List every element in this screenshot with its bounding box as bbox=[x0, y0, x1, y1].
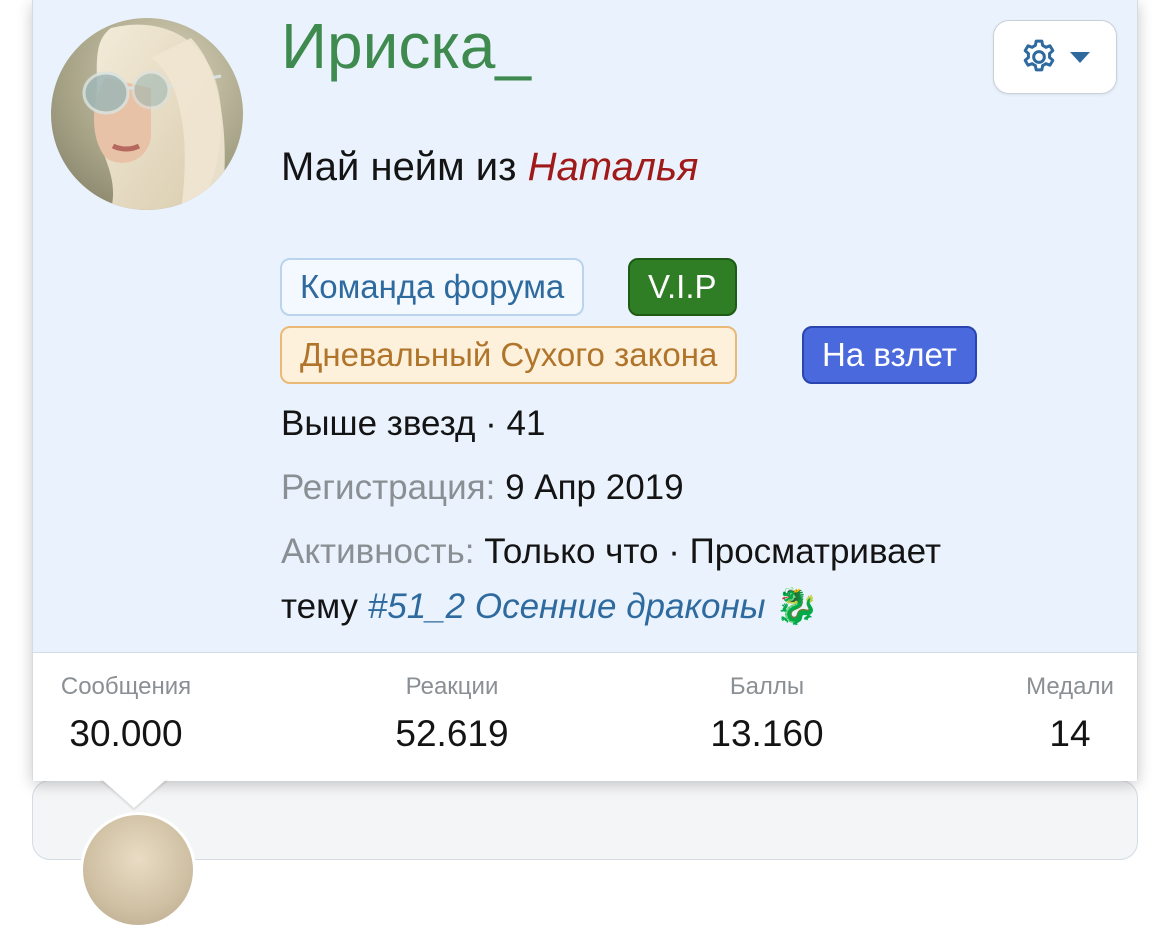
banner-vip: V.I.P bbox=[628, 258, 737, 316]
stat-medals[interactable]: Медали 14 bbox=[1003, 673, 1137, 755]
dragon-icon: 🐉 bbox=[775, 587, 819, 626]
banner-dry-law-duty: Дневальный Сухого закона bbox=[280, 326, 738, 384]
underlying-post-avatar[interactable] bbox=[80, 812, 196, 928]
stat-value: 30.000 bbox=[69, 713, 183, 754]
stat-label: Баллы bbox=[729, 673, 805, 700]
stat-value: 14 bbox=[1049, 713, 1091, 754]
activity-thread-row: тему #51_2 Осенние драконы 🐉 bbox=[281, 586, 819, 627]
gear-icon bbox=[1023, 39, 1055, 72]
stat-value: 52.619 bbox=[395, 713, 509, 754]
stat-messages[interactable]: Сообщения 30.000 bbox=[51, 673, 201, 755]
stat-label: Медали bbox=[1026, 673, 1114, 700]
registration-row: Регистрация: 9 Апр 2019 bbox=[281, 468, 684, 508]
member-tooltip: Ириска_ Май нейм из Наталья Команда фору… bbox=[32, 0, 1138, 781]
activity-label: Активность: bbox=[281, 532, 475, 571]
avatar[interactable] bbox=[51, 18, 243, 210]
avatar-image bbox=[51, 18, 243, 210]
banner-forum-team: Команда форума bbox=[280, 258, 585, 316]
underlying-post-card bbox=[32, 780, 1138, 860]
username[interactable]: Ириска_ bbox=[281, 4, 531, 88]
stat-value: 13.160 bbox=[710, 713, 824, 754]
user-title-name: Наталья bbox=[527, 145, 699, 189]
activity-value: Только что · Просматривает bbox=[484, 532, 941, 571]
user-rank: Выше звезд · 41 bbox=[281, 404, 546, 443]
stats-bar: Сообщения 30.000 Реакции 52.619 Баллы 13… bbox=[33, 652, 1137, 781]
stat-reactions[interactable]: Реакции 52.619 bbox=[377, 673, 527, 755]
registration-label: Регистрация: bbox=[281, 468, 496, 507]
tooltip-pointer bbox=[100, 778, 168, 808]
stat-label: Сообщения bbox=[60, 673, 192, 700]
underlying-post-username-peek bbox=[236, 820, 276, 840]
banner-takeoff: На взлет bbox=[802, 326, 977, 384]
user-title-prefix: Май нейм из bbox=[281, 145, 517, 189]
settings-menu-button[interactable] bbox=[993, 20, 1117, 94]
stat-label: Реакции bbox=[405, 673, 499, 700]
activity-row: Активность: Только что · Просматривает bbox=[281, 532, 941, 572]
registration-value: 9 Апр 2019 bbox=[505, 468, 684, 507]
user-title: Май нейм из Наталья bbox=[281, 145, 698, 190]
caret-down-icon bbox=[1070, 52, 1090, 63]
activity-prefix: тему bbox=[281, 587, 359, 626]
activity-thread-link[interactable]: #51_2 Осенние драконы bbox=[368, 587, 766, 626]
stat-points[interactable]: Баллы 13.160 bbox=[692, 673, 842, 755]
